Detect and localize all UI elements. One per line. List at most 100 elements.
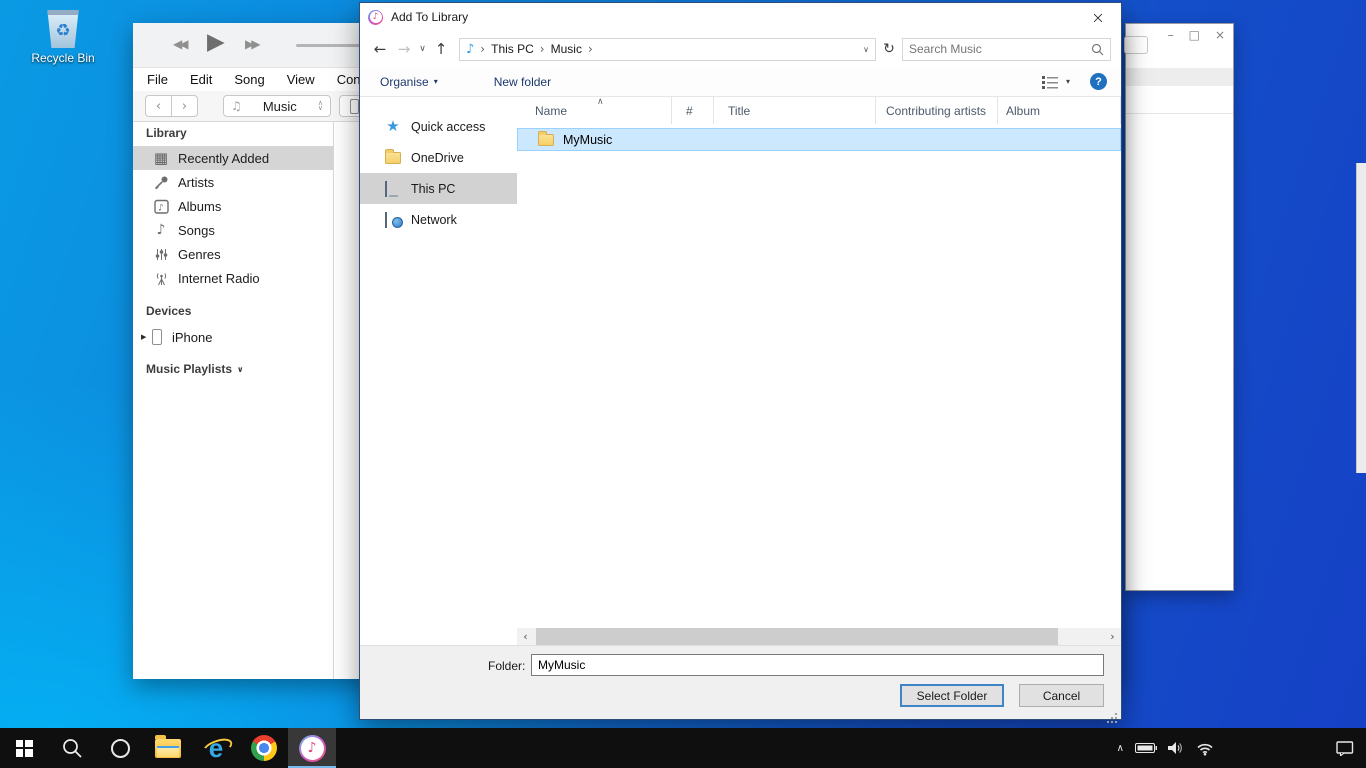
sidebar-item-genres[interactable]: Genres xyxy=(133,242,333,266)
music-playlists-header[interactable]: Music Playlists ∨ xyxy=(146,362,333,376)
chrome-icon xyxy=(251,735,277,761)
column-header-name[interactable]: Name xyxy=(517,97,672,124)
grid-icon: ▦ xyxy=(152,151,170,166)
recycle-bin-label: Recycle Bin xyxy=(30,51,96,65)
screen: { "colors": { "accent": "#0078d7", "sele… xyxy=(0,0,1366,768)
file-explorer-button[interactable] xyxy=(144,728,192,768)
resize-grip[interactable] xyxy=(1115,713,1117,715)
recycle-bin-icon: ♻ xyxy=(46,10,80,48)
itunes-button[interactable]: ♪ xyxy=(288,728,336,768)
taskbar-search-button[interactable] xyxy=(48,728,96,768)
scroll-right-arrow[interactable]: › xyxy=(1104,628,1121,645)
fast-forward-button[interactable]: ▶▶ xyxy=(245,37,257,51)
menu-file[interactable]: File xyxy=(147,72,168,87)
view-dropdown-arrow[interactable]: ▾ xyxy=(1066,77,1070,86)
expand-arrow-icon[interactable]: ▶ xyxy=(141,333,152,341)
action-center-icon[interactable] xyxy=(1336,740,1354,756)
navpane-item-label: Network xyxy=(411,213,457,227)
menu-view[interactable]: View xyxy=(287,72,315,87)
recycle-bin[interactable]: ♻ Recycle Bin xyxy=(30,10,96,65)
sort-ascending-icon: ∧ xyxy=(597,97,604,107)
cortana-button[interactable] xyxy=(96,728,144,768)
breadcrumb-this-pc[interactable]: This PC xyxy=(491,42,534,56)
up-button[interactable]: ↑ xyxy=(429,40,453,58)
file-name: MyMusic xyxy=(563,133,612,147)
navpane-item-label: This PC xyxy=(411,182,455,196)
search-input[interactable] xyxy=(903,42,1091,56)
background-window-inputbox xyxy=(1124,36,1148,54)
sidebar-item-artists[interactable]: Artists xyxy=(133,170,333,194)
close-button[interactable]: × xyxy=(1083,8,1113,27)
navpane-item-network[interactable]: Network xyxy=(360,204,517,235)
cancel-button[interactable]: Cancel xyxy=(1019,684,1104,707)
sidebar-item-label: Genres xyxy=(178,247,221,262)
navpane-item-label: OneDrive xyxy=(411,151,464,165)
new-folder-button[interactable]: New folder xyxy=(494,75,551,89)
select-folder-button[interactable]: Select Folder xyxy=(900,684,1004,707)
search-icon xyxy=(1091,43,1104,56)
music-note-icon: ♪ xyxy=(466,42,474,57)
sidebar-item-label: Songs xyxy=(178,223,215,238)
music-note-icon: ♪ xyxy=(373,13,379,22)
menu-edit[interactable]: Edit xyxy=(190,72,212,87)
itunes-back-button[interactable]: ‹ xyxy=(145,95,172,117)
menu-song[interactable]: Song xyxy=(234,72,264,87)
scroll-left-arrow[interactable]: ‹ xyxy=(517,628,534,645)
organise-button[interactable]: Organise ▾ xyxy=(380,75,438,89)
recent-locations-chevron[interactable]: ∨ xyxy=(416,44,429,54)
breadcrumb-separator: › xyxy=(480,42,485,56)
file-row-mymusic[interactable]: MyMusic xyxy=(517,128,1121,151)
column-header-number[interactable]: # xyxy=(672,97,714,124)
internet-explorer-icon: e xyxy=(202,735,230,762)
itunes-forward-button[interactable]: › xyxy=(171,95,198,117)
refresh-button[interactable]: ↻ xyxy=(878,41,900,57)
sliders-icon xyxy=(152,247,170,262)
navpane-item-this-pc[interactable]: This PC xyxy=(360,173,517,204)
address-bar[interactable]: ♪ › This PC › Music › ∨ xyxy=(459,38,876,61)
volume-icon[interactable] xyxy=(1168,741,1185,755)
maximize-icon[interactable]: □ xyxy=(1189,28,1200,42)
scrollbar-thumb[interactable] xyxy=(536,628,1058,645)
media-kind-value: Music xyxy=(249,99,311,114)
sidebar-item-recently-added[interactable]: ▦ Recently Added xyxy=(133,146,333,170)
start-button[interactable] xyxy=(0,728,48,768)
media-kind-selector[interactable]: ♫ Music ∧ ∨ xyxy=(223,95,331,117)
dialog-footer: Folder: Select Folder Cancel xyxy=(360,645,1121,719)
column-header-album[interactable]: Album xyxy=(998,97,1121,124)
battery-icon[interactable] xyxy=(1135,742,1157,754)
hidden-icons-chevron[interactable]: ∧ xyxy=(1117,743,1124,754)
sidebar-item-albums[interactable]: ♪ Albums xyxy=(133,194,333,218)
forward-button[interactable]: → xyxy=(392,40,416,58)
navpane-item-quick-access[interactable]: ★ Quick access xyxy=(360,111,517,142)
back-button[interactable]: ← xyxy=(368,40,392,58)
horizontal-scrollbar[interactable]: ‹ › xyxy=(517,628,1121,645)
minimize-icon[interactable]: – xyxy=(1168,28,1174,42)
scrollbar-track[interactable] xyxy=(534,628,1104,645)
radio-tower-icon xyxy=(152,271,170,286)
play-button[interactable]: ▶ xyxy=(207,29,225,55)
sidebar-item-internet-radio[interactable]: Internet Radio xyxy=(133,266,333,290)
chrome-button[interactable] xyxy=(240,728,288,768)
wifi-icon[interactable] xyxy=(1196,741,1214,756)
sidebar-item-iphone[interactable]: ▶ iPhone xyxy=(133,324,333,350)
itunes-sidebar: Library ▦ Recently Added Artists ♪ Album… xyxy=(133,122,334,679)
folder-name-input[interactable] xyxy=(531,654,1104,676)
divider xyxy=(1126,113,1233,114)
view-options-icon[interactable] xyxy=(1041,75,1060,89)
internet-explorer-button[interactable]: e xyxy=(192,728,240,768)
help-button[interactable]: ? xyxy=(1090,73,1107,90)
column-header-title[interactable]: Title xyxy=(714,97,876,124)
breadcrumb-separator: › xyxy=(588,42,593,56)
dropdown-arrow-icon: ▾ xyxy=(434,77,438,86)
rewind-button[interactable]: ◀◀ xyxy=(173,37,185,51)
navpane-item-onedrive[interactable]: OneDrive xyxy=(360,142,517,173)
breadcrumb-music[interactable]: Music xyxy=(551,42,582,56)
close-icon[interactable]: × xyxy=(1215,28,1225,42)
sidebar-item-label: Recently Added xyxy=(178,151,269,166)
library-header: Library xyxy=(146,126,333,140)
address-dropdown-chevron[interactable]: ∨ xyxy=(863,45,869,54)
dialog-toolbar: Organise ▾ New folder ▾ ? xyxy=(360,67,1121,97)
sidebar-item-songs[interactable]: ♪ Songs xyxy=(133,218,333,242)
recycle-symbol-icon: ♻ xyxy=(55,23,70,40)
column-header-contributing-artists[interactable]: Contributing artists xyxy=(876,97,998,124)
